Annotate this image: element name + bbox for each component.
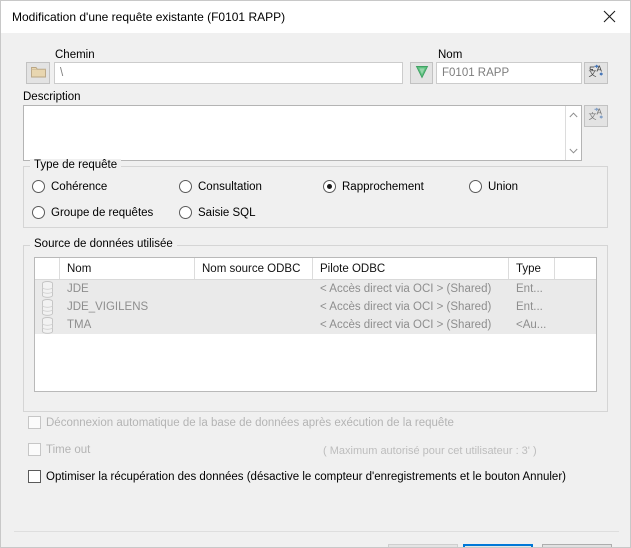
radio-mark — [179, 180, 192, 193]
cell-type: Ent... — [516, 301, 543, 313]
cancel-button[interactable]: Cancel — [542, 544, 612, 547]
table-row[interactable]: JDE_VIGILENS < Accès direct via OCI > (S… — [35, 298, 596, 316]
cell-nom: TMA — [67, 319, 92, 331]
cell-nom: JDE — [67, 283, 89, 295]
nom-label: Nom — [438, 49, 463, 61]
description-field[interactable] — [23, 105, 582, 161]
radio-mark — [323, 180, 336, 193]
description-translate-button[interactable]: 文 A — [584, 105, 608, 127]
checkbox-box — [28, 470, 41, 483]
radio-label: Groupe de requêtes — [51, 206, 154, 219]
radio-groupe-de-requetes[interactable]: Groupe de requêtes — [32, 206, 153, 219]
radio-saisie-sql[interactable]: Saisie SQL — [179, 206, 256, 219]
source-de-donnees-title: Source de données utilisée — [30, 238, 177, 250]
checkbox-box — [28, 416, 41, 429]
translate-icon: 文 A — [588, 64, 605, 82]
translate-icon: 文 A — [588, 107, 605, 125]
close-icon — [603, 10, 616, 23]
vigilens-v-button[interactable] — [410, 62, 433, 84]
back-button[interactable]: < Back — [388, 544, 458, 547]
grid-header-icon[interactable] — [35, 258, 60, 279]
vigilens-v-icon — [415, 65, 429, 82]
checkbox-label: Déconnexion automatique de la base de do… — [46, 416, 454, 429]
chemin-input[interactable] — [54, 62, 403, 84]
cell-type: <Au... — [516, 319, 547, 331]
dialog-body: Chemin Nom — [1, 33, 630, 547]
timeout-hint: ( Maximum autorisé pour cet utilisateur … — [323, 445, 537, 457]
checkbox-box — [28, 443, 41, 456]
radio-label: Saisie SQL — [198, 206, 256, 219]
table-row[interactable]: TMA < Accès direct via OCI > (Shared) <A… — [35, 316, 596, 334]
radio-mark — [179, 206, 192, 219]
grid-header-type[interactable]: Type — [509, 258, 555, 279]
dialog-title: Modification d'une requête existante (F0… — [12, 10, 286, 24]
grid-header-filler — [555, 258, 596, 279]
footer-separator — [14, 531, 619, 532]
table-row[interactable]: JDE < Accès direct via OCI > (Shared) En… — [35, 280, 596, 298]
checkbox-optimiser-recuperation[interactable]: Optimiser la récupération des données (d… — [28, 470, 566, 483]
cell-nom-source-odbc — [195, 298, 313, 316]
database-icon — [35, 280, 60, 298]
folder-icon — [30, 66, 46, 81]
cell-nom: JDE_VIGILENS — [67, 301, 149, 313]
radio-rapprochement[interactable]: Rapprochement — [323, 180, 424, 193]
cell-pilote-odbc: < Accès direct via OCI > (Shared) — [320, 319, 492, 331]
description-label: Description — [23, 91, 81, 103]
title-bar: Modification d'une requête existante (F0… — [1, 1, 630, 33]
nom-input[interactable] — [436, 62, 582, 84]
grid-header-nom-source-odbc[interactable]: Nom source ODBC — [195, 258, 313, 279]
cell-nom-source-odbc — [195, 316, 313, 334]
radio-mark — [32, 180, 45, 193]
radio-label: Union — [488, 180, 519, 193]
chevron-up-icon[interactable] — [566, 108, 581, 122]
radio-consultation[interactable]: Consultation — [179, 180, 262, 193]
chemin-label: Chemin — [55, 49, 95, 61]
database-icon — [35, 298, 60, 316]
close-button[interactable] — [587, 1, 630, 32]
cell-type: Ent... — [516, 283, 543, 295]
checkbox-deconnexion-automatique[interactable]: Déconnexion automatique de la base de do… — [28, 416, 454, 429]
chevron-down-icon[interactable] — [566, 144, 581, 158]
cell-pilote-odbc: < Accès direct via OCI > (Shared) — [320, 301, 492, 313]
description-scrollbar[interactable] — [565, 106, 581, 160]
chemin-browse-button[interactable] — [26, 62, 50, 84]
checkbox-label: Time out — [46, 443, 91, 456]
checkbox-label: Optimiser la récupération des données (d… — [46, 470, 566, 483]
type-de-requete-title: Type de requête — [30, 159, 122, 171]
checkbox-time-out[interactable]: Time out — [28, 443, 90, 456]
grid-header-nom[interactable]: Nom — [60, 258, 195, 279]
nom-translate-button[interactable]: 文 A — [584, 62, 608, 84]
database-icon — [35, 316, 60, 334]
radio-label: Rapprochement — [342, 180, 424, 193]
grid-header-pilote-odbc[interactable]: Pilote ODBC — [313, 258, 509, 279]
next-button[interactable]: Next > — [463, 544, 533, 547]
grid-header-row: Nom Nom source ODBC Pilote ODBC Type — [35, 258, 596, 280]
radio-mark — [32, 206, 45, 219]
radio-coherence[interactable]: Cohérence — [32, 180, 107, 193]
cell-nom-source-odbc — [195, 280, 313, 298]
radio-label: Consultation — [198, 180, 262, 193]
radio-mark — [469, 180, 482, 193]
cell-pilote-odbc: < Accès direct via OCI > (Shared) — [320, 283, 492, 295]
data-sources-grid[interactable]: Nom Nom source ODBC Pilote ODBC Type JDE — [34, 257, 597, 392]
radio-union[interactable]: Union — [469, 180, 518, 193]
dialog-window: Modification d'une requête existante (F0… — [0, 0, 631, 548]
svg-text:文: 文 — [588, 68, 596, 78]
svg-text:文: 文 — [588, 111, 596, 121]
radio-label: Cohérence — [51, 180, 108, 193]
